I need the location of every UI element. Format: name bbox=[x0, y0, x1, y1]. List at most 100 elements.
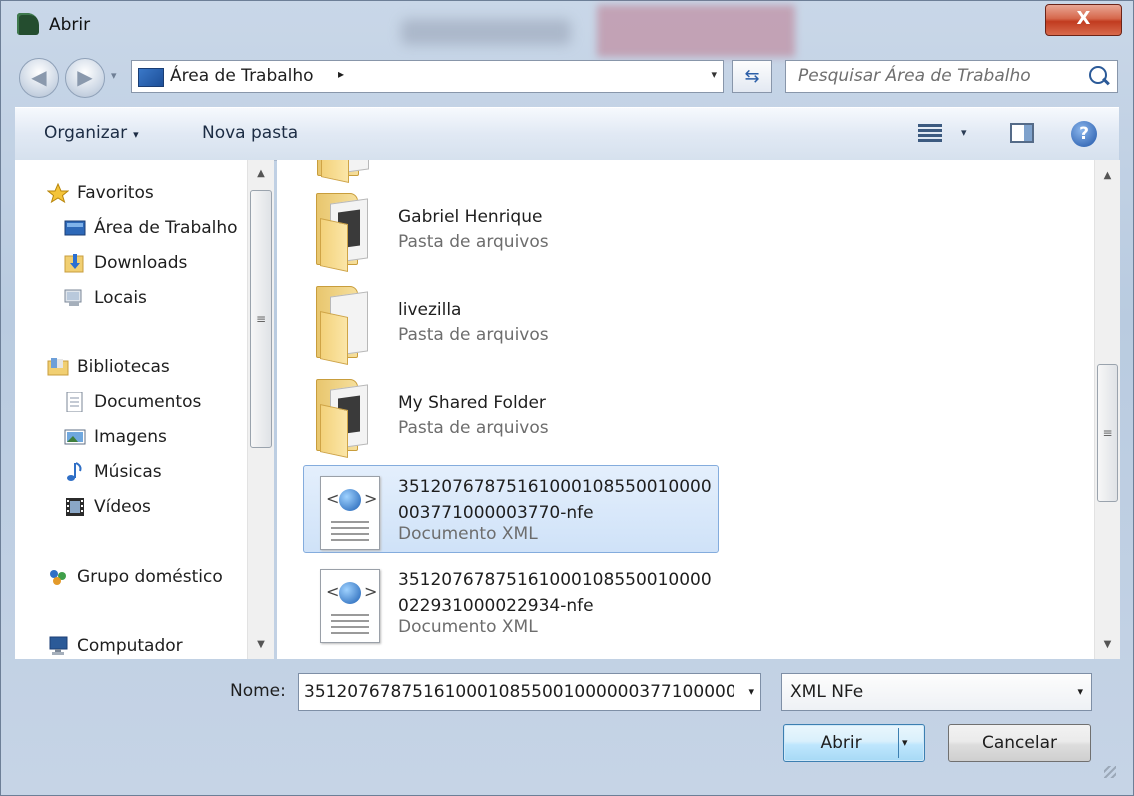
sidebar-item-pictures[interactable]: Imagens bbox=[64, 423, 167, 451]
sidebar-item-computer[interactable]: Computador bbox=[47, 632, 183, 659]
view-options-dropdown[interactable]: ▾ bbox=[961, 126, 967, 139]
cancel-button[interactable]: Cancelar bbox=[948, 724, 1091, 762]
file-type: Documento XML bbox=[398, 617, 538, 637]
file-name-label: Nome: bbox=[230, 681, 286, 701]
list-item-selected[interactable]: < > 3512076787516100010855001000000377100… bbox=[303, 465, 719, 553]
back-button[interactable]: ◀ bbox=[19, 58, 59, 98]
folder-icon bbox=[316, 379, 374, 458]
organize-button[interactable]: Organizar ▾ bbox=[44, 123, 139, 143]
address-location[interactable]: Área de Trabalho bbox=[170, 66, 314, 86]
sidebar-item-label: Favoritos bbox=[77, 183, 154, 203]
file-name-value[interactable]: 3512076787516100010855001000000377100000… bbox=[304, 682, 734, 702]
sidebar-item-videos[interactable]: Vídeos bbox=[64, 493, 151, 521]
sidebar-item-label: Documentos bbox=[94, 392, 202, 412]
scroll-up-icon[interactable]: ▲ bbox=[1095, 166, 1120, 186]
libraries-icon bbox=[47, 358, 69, 376]
scroll-down-icon[interactable]: ▼ bbox=[1095, 635, 1120, 655]
organize-label: Organizar bbox=[44, 123, 128, 143]
sidebar-item-desktop[interactable]: Área de Trabalho bbox=[64, 214, 238, 242]
folder-icon bbox=[316, 286, 374, 365]
search-placeholder: Pesquisar Área de Trabalho bbox=[798, 66, 1031, 86]
command-toolbar: Organizar ▾ Nova pasta ▾ ? bbox=[15, 107, 1119, 161]
file-type: Pasta de arquivos bbox=[398, 325, 549, 345]
sidebar-item-downloads[interactable]: Downloads bbox=[64, 249, 187, 277]
sidebar-item-label: Locais bbox=[94, 288, 147, 308]
chevron-down-icon: ▾ bbox=[133, 128, 139, 141]
file-name: livezilla bbox=[398, 300, 462, 320]
change-view-icon[interactable] bbox=[918, 122, 942, 144]
search-input[interactable]: Pesquisar Área de Trabalho bbox=[785, 60, 1118, 93]
address-dropdown-icon[interactable]: ▾ bbox=[711, 68, 717, 81]
search-icon[interactable] bbox=[1089, 66, 1107, 84]
sidebar-item-label: Área de Trabalho bbox=[94, 218, 238, 238]
xml-document-icon: < > bbox=[320, 476, 380, 550]
downloads-folder-icon bbox=[64, 254, 84, 273]
desktop-icon bbox=[64, 220, 86, 236]
navigation-pane: Favoritos Área de Trabalho Downloads Loc… bbox=[15, 160, 247, 659]
file-name: My Shared Folder bbox=[398, 393, 546, 413]
list-item[interactable]: livezilla Pasta de arquivos bbox=[303, 279, 719, 367]
file-name: Gabriel Henrique bbox=[398, 207, 543, 227]
file-name: 3512076787516100010855001000000377100000… bbox=[398, 477, 712, 523]
folder-icon bbox=[317, 160, 375, 183]
app-icon bbox=[17, 13, 39, 35]
sidebar-item-label: Downloads bbox=[94, 253, 188, 273]
file-type-select[interactable]: XML NFe ▾ bbox=[781, 673, 1092, 711]
open-options-dropdown[interactable]: ▾ bbox=[902, 725, 908, 761]
sidebar-item-favorites[interactable]: Favoritos bbox=[47, 179, 154, 207]
scroll-down-icon[interactable]: ▼ bbox=[248, 635, 274, 655]
xml-document-icon: < > bbox=[320, 569, 380, 643]
address-bar[interactable]: Área de Trabalho ▸ ▾ bbox=[131, 60, 724, 93]
sidebar-item-music[interactable]: Músicas bbox=[64, 458, 162, 486]
scroll-up-icon[interactable]: ▲ bbox=[248, 164, 274, 184]
preview-pane-icon[interactable] bbox=[1010, 123, 1034, 143]
sidebar-item-documents[interactable]: Documentos bbox=[64, 388, 201, 416]
chevron-down-icon[interactable]: ▾ bbox=[748, 685, 754, 698]
sidebar-item-label: Músicas bbox=[94, 462, 162, 482]
list-item[interactable]: Gabriel Henrique Pasta de arquivos bbox=[303, 186, 719, 274]
file-type: Documento XML bbox=[398, 524, 538, 544]
folder-icon bbox=[316, 193, 374, 272]
resize-grip-icon[interactable] bbox=[1104, 766, 1116, 778]
breadcrumb-arrow-icon[interactable]: ▸ bbox=[338, 67, 344, 81]
pictures-icon bbox=[64, 429, 86, 445]
recent-places-icon bbox=[64, 289, 82, 306]
file-list-scrollbar[interactable]: ▲ ≡ ▼ bbox=[1094, 160, 1120, 659]
file-type: Pasta de arquivos bbox=[398, 418, 549, 438]
recent-locations-dropdown[interactable]: ▾ bbox=[111, 69, 117, 82]
videos-icon bbox=[66, 498, 84, 516]
desktop-icon bbox=[138, 68, 164, 87]
refresh-button[interactable]: ⇆ bbox=[732, 60, 772, 93]
sidebar-item-homegroup[interactable]: Grupo doméstico bbox=[47, 563, 223, 591]
help-icon[interactable]: ? bbox=[1071, 121, 1097, 147]
dialog-window: Abrir X ◀ ▶ ▾ Área de Trabalho ▸ ▾ ⇆ Pes… bbox=[0, 0, 1134, 796]
list-item[interactable]: < > 3512076787516100010855001000002293100… bbox=[303, 558, 719, 646]
list-item[interactable]: My Shared Folder Pasta de arquivos bbox=[303, 372, 719, 460]
sidebar-item-recent-places[interactable]: Locais bbox=[64, 284, 147, 312]
sidebar-item-libraries[interactable]: Bibliotecas bbox=[47, 353, 170, 381]
computer-icon bbox=[49, 636, 68, 655]
sidebar-item-label: Vídeos bbox=[94, 497, 151, 517]
close-button[interactable]: X bbox=[1045, 4, 1122, 36]
file-name: 3512076787516100010855001000002293100002… bbox=[398, 570, 712, 616]
navigation-scrollbar[interactable]: ▲ ≡ ▼ bbox=[247, 160, 274, 659]
sidebar-item-label: Imagens bbox=[94, 427, 167, 447]
homegroup-icon bbox=[50, 570, 66, 585]
music-icon bbox=[67, 462, 82, 481]
chevron-down-icon[interactable]: ▾ bbox=[1077, 685, 1083, 698]
forward-button[interactable]: ▶ bbox=[65, 58, 105, 98]
star-icon bbox=[47, 183, 69, 203]
sidebar-item-label: Computador bbox=[77, 636, 183, 656]
title-bar: Abrir X bbox=[1, 1, 1134, 51]
forward-arrow-icon: ▶ bbox=[77, 65, 93, 89]
new-folder-button[interactable]: Nova pasta bbox=[202, 123, 298, 143]
navigation-scroll-thumb[interactable]: ≡ bbox=[250, 190, 272, 448]
back-arrow-icon: ◀ bbox=[31, 65, 47, 89]
file-type: Pasta de arquivos bbox=[398, 232, 549, 252]
file-list: Gabriel Henrique Pasta de arquivos livez… bbox=[277, 160, 1094, 659]
sidebar-item-label: Grupo doméstico bbox=[77, 567, 223, 587]
file-name-input[interactable]: 3512076787516100010855001000000377100000… bbox=[298, 673, 761, 711]
open-button[interactable]: Abrir ▾ bbox=[783, 724, 925, 762]
file-list-scroll-thumb[interactable]: ≡ bbox=[1097, 364, 1118, 502]
open-button-label: Abrir bbox=[820, 733, 862, 753]
